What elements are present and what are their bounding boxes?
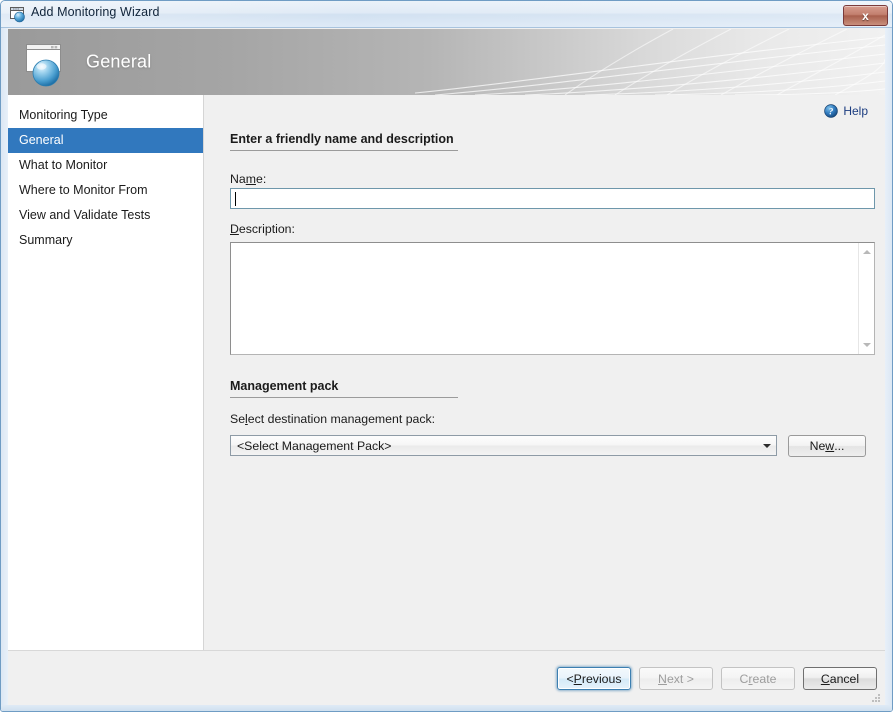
next-button[interactable]: Next >	[639, 667, 713, 690]
new-management-pack-button[interactable]: Ne w...	[788, 435, 866, 457]
close-button[interactable]: x	[843, 5, 888, 26]
description-label-mnemonic: D	[230, 222, 239, 236]
management-pack-select[interactable]: <Select Management Pack>	[230, 435, 777, 456]
resize-grip-icon[interactable]	[870, 691, 882, 703]
previous-button-mnemonic: P	[573, 671, 582, 686]
previous-button-pre: <	[566, 671, 574, 686]
wizard-window-icon	[9, 6, 27, 23]
wizard-page-icon	[24, 41, 76, 89]
cancel-button-post: ancel	[829, 671, 860, 686]
wizard-main-panel: ? Help Enter a friendly name and descrip…	[204, 95, 885, 650]
banner-mesh-decoration	[415, 29, 885, 95]
scroll-down-icon[interactable]	[859, 337, 875, 353]
cancel-button[interactable]: Cancel	[803, 667, 877, 690]
name-label: Name:	[230, 172, 266, 186]
wizard-footer: < Previous Next > Cr eate Cancel	[8, 650, 885, 705]
management-pack-selected-value: <Select Management Pack>	[237, 438, 392, 453]
add-monitoring-wizard-window: Add Monitoring Wizard x General Monitori…	[0, 0, 893, 712]
section-heading-management-pack: Management pack	[230, 379, 458, 398]
svg-text:?: ?	[829, 106, 834, 116]
wizard-step-sidebar: Monitoring Type General What to Monitor …	[8, 95, 204, 650]
banner-heading: General	[86, 51, 152, 72]
window-bottom-edge	[1, 705, 892, 711]
next-button-mnemonic: N	[658, 671, 667, 686]
previous-button-post: revious	[581, 671, 622, 686]
wizard-banner: General	[8, 29, 885, 95]
description-input[interactable]	[230, 242, 875, 355]
sidebar-item-view-and-validate-tests[interactable]: View and Validate Tests	[8, 203, 203, 228]
sidebar-item-general[interactable]: General	[8, 128, 203, 153]
create-button-pre: C	[739, 671, 749, 686]
window-right-edge	[885, 28, 892, 711]
help-circle-icon: ?	[824, 104, 839, 118]
name-input[interactable]	[230, 188, 875, 209]
close-icon: x	[862, 8, 869, 23]
window-left-edge	[1, 28, 8, 711]
new-button-pre: Ne	[809, 439, 826, 453]
previous-button[interactable]: < Previous	[557, 667, 631, 690]
sidebar-item-summary[interactable]: Summary	[8, 228, 203, 253]
name-label-pre: Na	[230, 172, 246, 186]
select-mp-label-post: ect destination management pack:	[247, 412, 436, 426]
sidebar-item-monitoring-type[interactable]: Monitoring Type	[8, 103, 203, 128]
section-heading-general: Enter a friendly name and description	[230, 132, 458, 151]
name-label-mnemonic: m	[245, 172, 256, 186]
description-scrollbar[interactable]	[858, 243, 874, 354]
cancel-button-mnemonic: C	[820, 671, 830, 686]
name-label-post: e:	[255, 172, 267, 186]
select-mp-label: Select destination management pack:	[230, 412, 435, 426]
scroll-up-icon[interactable]	[859, 244, 875, 260]
create-button[interactable]: Cr eate	[721, 667, 795, 690]
help-label: Help	[843, 104, 868, 118]
text-caret	[235, 192, 236, 206]
new-button-post: ...	[834, 439, 845, 453]
new-button-mnemonic: w	[825, 439, 835, 453]
description-label-post: escription:	[238, 222, 295, 236]
create-button-post: eate	[752, 671, 777, 686]
select-mp-label-pre: Se	[230, 412, 246, 426]
chevron-down-icon[interactable]	[758, 437, 775, 454]
help-link[interactable]: ? Help	[824, 104, 868, 118]
description-label: Description:	[230, 222, 295, 236]
window-title: Add Monitoring Wizard	[31, 5, 160, 19]
sidebar-item-where-to-monitor-from[interactable]: Where to Monitor From	[8, 178, 203, 203]
sidebar-item-what-to-monitor[interactable]: What to Monitor	[8, 153, 203, 178]
next-button-post: ext >	[666, 671, 694, 686]
content-area: Monitoring Type General What to Monitor …	[8, 95, 885, 650]
titlebar: Add Monitoring Wizard x	[1, 1, 892, 28]
